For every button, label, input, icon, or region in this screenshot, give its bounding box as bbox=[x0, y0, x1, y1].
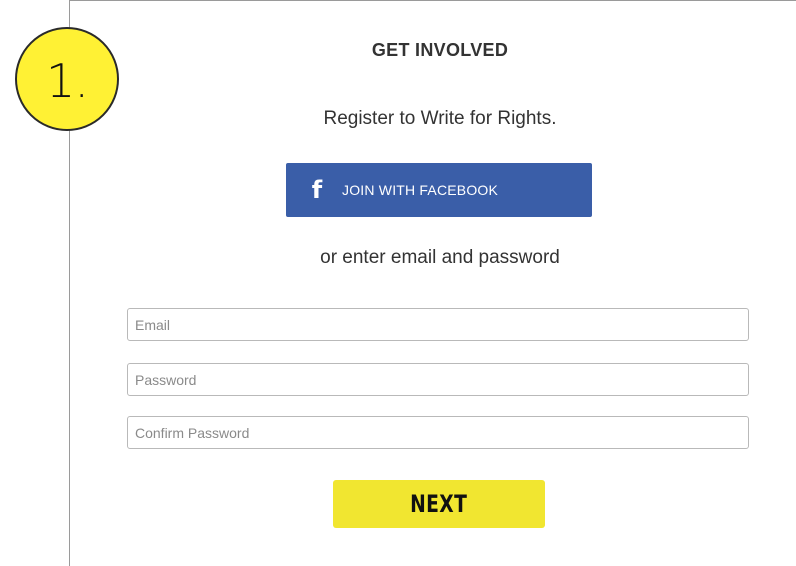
join-with-facebook-button[interactable]: f JOIN WITH FACEBOOK bbox=[286, 163, 592, 217]
step-number-label: 1. bbox=[46, 54, 89, 108]
next-button-label: NEXT bbox=[410, 490, 468, 518]
frame-border-top bbox=[69, 0, 796, 1]
alternative-signup-text: or enter email and password bbox=[320, 247, 560, 268]
email-input[interactable] bbox=[127, 308, 749, 341]
password-input[interactable] bbox=[127, 363, 749, 396]
confirm-password-input[interactable] bbox=[127, 416, 749, 449]
form-heading: GET INVOLVED bbox=[371, 40, 509, 60]
form-subtitle: Register to Write for Rights. bbox=[323, 108, 557, 129]
facebook-icon: f bbox=[311, 176, 323, 204]
facebook-button-label: JOIN WITH FACEBOOK bbox=[342, 182, 499, 198]
next-button[interactable]: NEXT bbox=[333, 480, 545, 528]
